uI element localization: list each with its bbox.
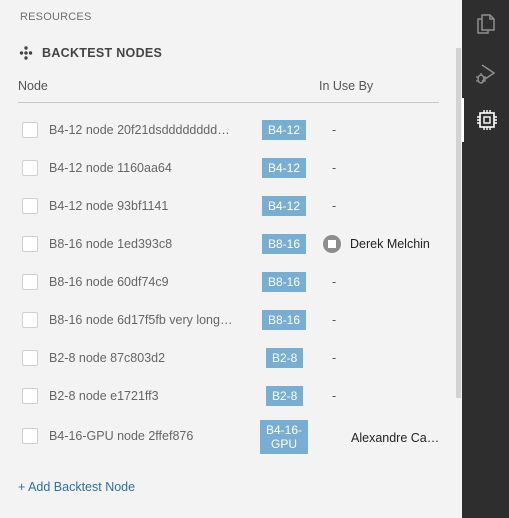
- node-type-badge: B4-16- GPU: [260, 420, 309, 454]
- table-row[interactable]: B8-16 node 6d17f5fb very long name B8-16 -: [0, 301, 455, 339]
- nodes-icon: [19, 46, 33, 60]
- table-row[interactable]: B4-12 node 20f21dsdddddddddddd B4-12 -: [0, 111, 455, 149]
- column-header-in-use-by: In Use By: [319, 79, 374, 93]
- row-checkbox[interactable]: [22, 236, 38, 252]
- run-debug-icon: [475, 64, 495, 84]
- node-name: B4-12 node 93bf1141: [49, 199, 169, 213]
- node-type-badge: B2-8: [266, 348, 304, 368]
- in-use-by: Alexandre Catarino: [351, 431, 441, 445]
- activity-explorer[interactable]: [462, 2, 509, 46]
- activity-run-debug[interactable]: [462, 52, 509, 96]
- table-row[interactable]: B8-16 node 1ed393c8 B8-16 Derek Melchin: [0, 225, 455, 263]
- in-use-by: Derek Melchin: [323, 235, 430, 253]
- user-name: Derek Melchin: [350, 237, 430, 251]
- in-use-by: -: [332, 161, 337, 175]
- section-label: RESOURCES: [20, 11, 92, 23]
- node-name: B8-16 node 1ed393c8: [49, 237, 173, 251]
- table-row[interactable]: B4-12 node 1160aa64 B4-12 -: [0, 149, 455, 187]
- badge-line: GPU: [271, 437, 298, 451]
- node-type-badge: B4-12: [262, 120, 307, 140]
- node-name: B2-8 node 87c803d2: [49, 351, 166, 365]
- in-use-by: -: [332, 313, 337, 327]
- in-use-by: -: [332, 389, 337, 403]
- node-type-badge: B2-8: [266, 386, 304, 406]
- in-use-by: -: [332, 351, 337, 365]
- node-name: B8-16 node 60df74c9: [49, 275, 169, 289]
- table-row[interactable]: B2-8 node 87c803d2 B2-8 -: [0, 339, 455, 377]
- copy-files-icon: [476, 14, 495, 34]
- table-row[interactable]: B4-12 node 93bf1141 B4-12 -: [0, 187, 455, 225]
- row-checkbox[interactable]: [22, 122, 38, 138]
- in-use-by: -: [332, 199, 337, 213]
- scrollbar[interactable]: [456, 48, 461, 398]
- stop-session-icon[interactable]: [323, 235, 341, 253]
- row-checkbox[interactable]: [22, 428, 38, 444]
- table-row[interactable]: B8-16 node 60df74c9 B8-16 -: [0, 263, 455, 301]
- node-type-badge: B8-16: [262, 234, 307, 254]
- panel-title: BACKTEST NODES: [42, 46, 163, 60]
- in-use-by: -: [332, 275, 337, 289]
- activity-bar: [462, 0, 509, 518]
- node-type-badge: B8-16: [262, 272, 307, 292]
- node-name: B4-12 node 20f21dsdddddddddddd: [49, 123, 234, 137]
- row-checkbox[interactable]: [22, 388, 38, 404]
- node-type-badge: B8-16: [262, 310, 307, 330]
- add-backtest-node-link[interactable]: + Add Backtest Node: [18, 480, 135, 494]
- table-row[interactable]: B4-16-GPU node 2ffef876 B4-16- GPU Alexandr…: [0, 417, 455, 455]
- chip-icon: [476, 110, 497, 130]
- node-type-badge: B4-12: [262, 196, 307, 216]
- header-divider: [18, 102, 439, 103]
- row-checkbox[interactable]: [22, 274, 38, 290]
- node-name: B8-16 node 6d17f5fb very long name: [49, 313, 234, 327]
- row-checkbox[interactable]: [22, 312, 38, 328]
- in-use-by: -: [332, 123, 337, 137]
- node-name: B4-12 node 1160aa64: [49, 161, 172, 175]
- node-name: B2-8 node e1721ff3: [49, 389, 159, 403]
- backtest-nodes-panel: RESOURCES BACKTEST NODES Node In Use By …: [0, 0, 462, 518]
- row-checkbox[interactable]: [22, 198, 38, 214]
- column-header-node: Node: [18, 79, 48, 93]
- node-name: B4-16-GPU node 2ffef876: [49, 429, 194, 443]
- row-checkbox[interactable]: [22, 350, 38, 366]
- table-row[interactable]: B2-8 node e1721ff3 B2-8 -: [0, 377, 455, 415]
- row-checkbox[interactable]: [22, 160, 38, 176]
- node-type-badge: B4-12: [262, 158, 307, 178]
- panel-header[interactable]: BACKTEST NODES: [18, 45, 162, 61]
- badge-line: B4-16-: [266, 423, 303, 437]
- activity-backtest-nodes[interactable]: [462, 98, 509, 142]
